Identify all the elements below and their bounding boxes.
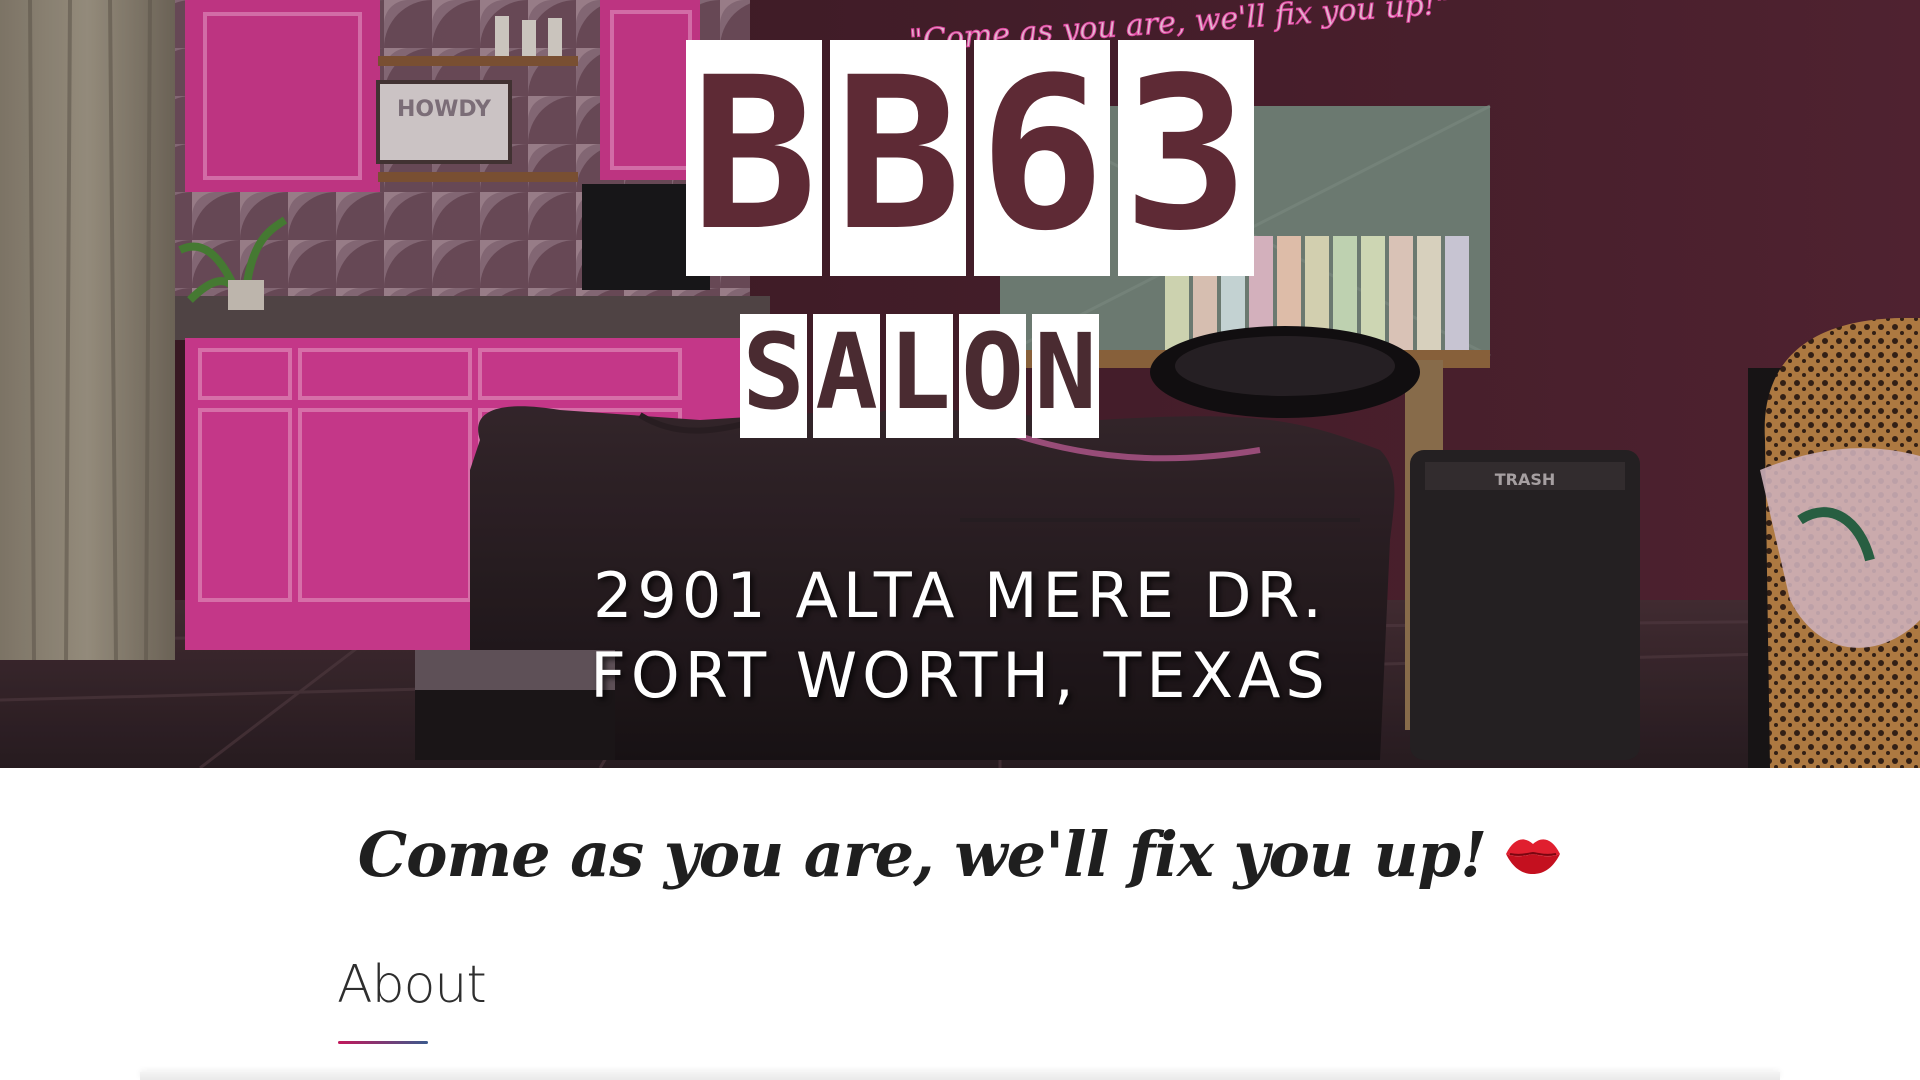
salon-address: 2901 ALTA MERE DR. FORT WORTH, TEXAS	[0, 556, 1920, 716]
about-card-top-edge	[140, 1072, 1780, 1080]
logo-tile-n: N	[1032, 311, 1099, 438]
hero-banner: HOWDY "Come as you are, we'll fix you up…	[0, 0, 1920, 768]
about-heading: About	[337, 955, 487, 1015]
logo-bottom-row: S A L O N	[740, 311, 1099, 438]
address-line-1: 2901 ALTA MERE DR.	[592, 559, 1328, 632]
lips-kiss-icon	[1504, 818, 1562, 891]
logo-tile-2: B	[830, 32, 966, 277]
logo-tile-l: L	[886, 311, 953, 438]
logo-tile-4: 3	[1118, 32, 1254, 277]
about-underline	[338, 1041, 428, 1044]
bb63-salon-logo[interactable]: B B 6 3 S A L O N	[682, 32, 1254, 440]
logo-tile-1: B	[686, 32, 822, 277]
address-line-2: FORT WORTH, TEXAS	[590, 639, 1330, 712]
logo-tile-3: 6	[974, 32, 1110, 277]
logo-tile-a: A	[813, 311, 880, 438]
logo-tile-o: O	[959, 311, 1026, 438]
tagline: Come as you are, we'll fix you up!	[0, 818, 1920, 897]
logo-top-row: B B 6 3	[686, 32, 1254, 277]
logo-tile-s: S	[740, 311, 807, 438]
tagline-text: Come as you are, we'll fix you up!	[357, 818, 1487, 891]
